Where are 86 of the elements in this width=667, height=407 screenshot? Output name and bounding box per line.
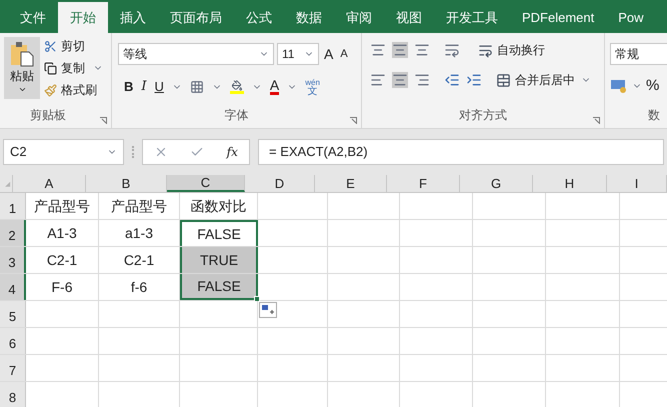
- cell-text: C2-1: [124, 250, 154, 270]
- column-header[interactable]: I: [607, 175, 667, 192]
- cell-text: FALSE: [197, 224, 241, 244]
- align-left-icon[interactable]: [370, 72, 386, 88]
- ribbon-tab[interactable]: 审阅: [334, 2, 384, 33]
- row-header[interactable]: 5: [0, 301, 26, 327]
- bold-button[interactable]: B: [124, 77, 134, 96]
- ribbon-tab[interactable]: 数据: [284, 2, 334, 33]
- cell-text: TRUE: [200, 250, 238, 270]
- phonetic-button[interactable]: wén 文: [305, 78, 320, 96]
- paste-button[interactable]: 粘贴: [4, 37, 40, 99]
- column-header[interactable]: E: [315, 175, 387, 192]
- increase-indent-icon[interactable]: [466, 72, 482, 88]
- currency-icon[interactable]: [610, 79, 628, 94]
- merge-cells-icon: [496, 72, 511, 88]
- ribbon-tab[interactable]: 插入: [108, 2, 158, 33]
- dialog-launcher-icon[interactable]: [100, 117, 107, 124]
- borders-icon[interactable]: [190, 80, 204, 94]
- font-color-button[interactable]: A: [270, 78, 280, 96]
- dropdown-caret-icon[interactable]: [18, 85, 26, 94]
- selected-cell[interactable]: FALSE: [180, 220, 258, 246]
- align-center-icon[interactable]: [392, 72, 408, 88]
- copy-icon: [44, 62, 57, 74]
- fill-handle-icon[interactable]: [254, 296, 260, 302]
- font-size-field[interactable]: 11: [277, 43, 319, 65]
- ribbon-tab[interactable]: Pow: [606, 2, 656, 33]
- decrease-indent-icon[interactable]: [444, 72, 460, 88]
- ribbon-tab[interactable]: 公式: [234, 2, 284, 33]
- column-header[interactable]: G: [460, 175, 533, 192]
- italic-button[interactable]: I: [141, 77, 147, 96]
- ribbon-tab[interactable]: 文件: [8, 2, 58, 33]
- row-header[interactable]: 2: [0, 220, 26, 246]
- selected-cell[interactable]: TRUE: [180, 247, 258, 273]
- cell-text: 函数对比: [190, 196, 246, 216]
- cell-text: f-6: [130, 278, 148, 296]
- cell-text: 产品型号: [111, 196, 167, 216]
- divider-dots-icon: [132, 146, 134, 158]
- cell-text: FALSE: [197, 276, 241, 296]
- grow-font-button[interactable]: A: [322, 44, 336, 64]
- font-name-field[interactable]: 等线: [118, 43, 274, 65]
- name-box[interactable]: C2: [3, 139, 124, 165]
- ribbon-tab[interactable]: 视图: [384, 2, 434, 33]
- row-header[interactable]: 6: [0, 328, 26, 354]
- wrap-text-button[interactable]: 自动换行: [478, 41, 545, 59]
- column-header[interactable]: C: [167, 175, 245, 192]
- merge-center-button[interactable]: 合并后居中: [496, 71, 575, 89]
- quick-analysis-icon[interactable]: [259, 302, 277, 318]
- row-header[interactable]: 4: [0, 274, 26, 300]
- group-label: 对齐方式: [459, 107, 507, 124]
- column-header[interactable]: D: [245, 175, 315, 192]
- group-label: 剪贴板: [30, 107, 66, 124]
- cell-text: 产品型号: [34, 196, 90, 216]
- wrap-text-icon: [478, 42, 493, 58]
- format-painter-button[interactable]: 格式刷: [44, 81, 103, 99]
- ribbon-tab[interactable]: 开发工具: [434, 2, 510, 33]
- ribbon-tab[interactable]: 开始: [58, 2, 108, 33]
- clipboard-icon: [9, 41, 35, 67]
- align-right-icon[interactable]: [414, 72, 430, 88]
- row-header[interactable]: 7: [0, 355, 26, 381]
- group-label: 数: [648, 107, 660, 124]
- underline-button[interactable]: U: [154, 77, 164, 96]
- column-header[interactable]: F: [387, 175, 460, 192]
- cut-button[interactable]: 剪切: [44, 37, 103, 55]
- cell-text: F-6: [52, 278, 72, 296]
- shrink-font-button[interactable]: A: [338, 46, 350, 62]
- cell-text: C2-1: [46, 250, 78, 270]
- scissors-icon: [44, 40, 57, 52]
- cell-text: A1-3: [47, 224, 77, 242]
- insert-function-button[interactable]: fx: [226, 143, 238, 161]
- ribbon-tab[interactable]: 页面布局: [158, 2, 234, 33]
- number-format-field[interactable]: 常规: [610, 43, 667, 65]
- paintbrush-icon: [44, 84, 57, 96]
- column-header[interactable]: H: [533, 175, 607, 192]
- row-header[interactable]: 1: [0, 193, 26, 219]
- percent-button[interactable]: %: [646, 75, 660, 98]
- copy-button[interactable]: 复制: [44, 59, 85, 77]
- dialog-launcher-icon[interactable]: [350, 117, 357, 124]
- column-header[interactable]: A: [13, 175, 86, 192]
- dialog-launcher-icon[interactable]: [593, 117, 600, 124]
- group-label: 字体: [224, 107, 248, 124]
- ribbon-tab[interactable]: PDFelement: [510, 2, 606, 33]
- formula-input[interactable]: = EXACT(A2,B2): [258, 139, 664, 165]
- row-header[interactable]: 3: [0, 247, 26, 273]
- cell-text: a1-3: [124, 224, 154, 242]
- fill-color-icon[interactable]: [230, 80, 244, 94]
- row-header[interactable]: 8: [0, 382, 26, 407]
